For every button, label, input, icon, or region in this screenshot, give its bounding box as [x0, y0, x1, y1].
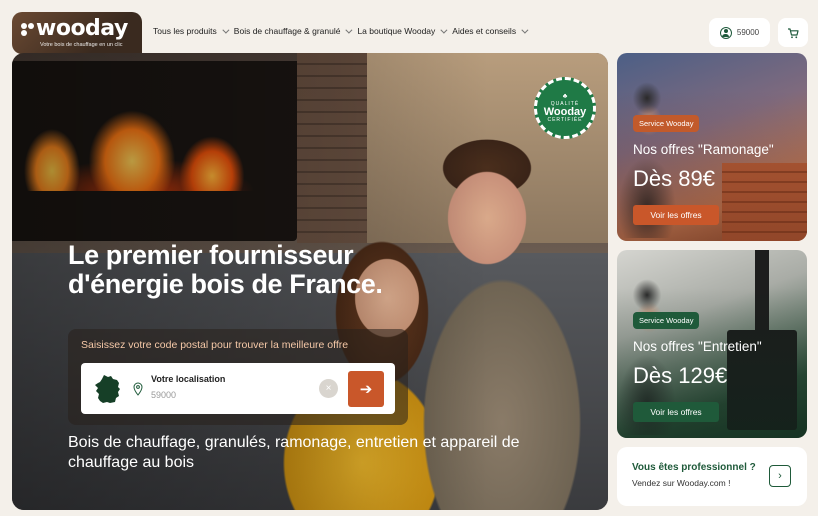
location-pin-icon: [133, 381, 143, 396]
nav-item-label: Bois de chauffage & granulé: [233, 26, 341, 36]
france-map-icon: [95, 374, 120, 403]
card-price: Dès 129€: [633, 363, 728, 388]
hero-title: Le premier fournisseur d'énergie bois de…: [68, 240, 383, 299]
search-hint: Saisissez votre code postal pour trouver…: [81, 339, 349, 351]
chevron-down-icon: [521, 26, 529, 34]
chevron-down-icon: [440, 26, 448, 34]
service-tag: Service Wooday: [633, 312, 700, 329]
logo-mark-icon: ♣: [562, 93, 568, 100]
postal-search-panel: Saisissez votre code postal pour trouver…: [68, 329, 408, 425]
card-title: Nos offres "Entretien": [633, 339, 762, 354]
account-location: 59000: [736, 28, 760, 37]
nav-item-firewood[interactable]: Bois de chauffage & granulé: [233, 26, 353, 36]
service-tag: Service Wooday: [633, 115, 700, 132]
search-submit-button[interactable]: ➔: [348, 370, 384, 407]
nav-item-shop[interactable]: La boutique Wooday: [357, 26, 448, 36]
chevron-down-icon: [222, 26, 230, 34]
view-offers-button[interactable]: Voir les offres: [633, 205, 719, 225]
arrow-right-icon: ➔: [359, 380, 373, 398]
postal-code-input[interactable]: [151, 389, 291, 400]
card-price: Dès 89€: [633, 166, 715, 191]
location-search-box[interactable]: Votre localisation × ➔: [81, 363, 395, 414]
pro-seller-card[interactable]: Vous êtes professionnel ? Vendez sur Woo…: [617, 447, 807, 506]
nav-item-products[interactable]: Tous les produits: [153, 26, 230, 36]
chevron-right-icon[interactable]: ›: [769, 465, 791, 487]
hero-banner: ♣ QUALITÉ Wooday CERTIFIÉE Le premier fo…: [12, 53, 608, 510]
nav-item-label: Aides et conseils: [452, 26, 517, 36]
hero-subtitle: Bois de chauffage, granulés, ramonage, e…: [68, 434, 520, 471]
account-button[interactable]: 59000: [709, 18, 770, 47]
nav-item-help[interactable]: Aides et conseils: [452, 26, 529, 36]
quality-badge: ♣ QUALITÉ Wooday CERTIFIÉE: [534, 77, 596, 139]
offer-card-entretien[interactable]: Service Wooday Nos offres "Entretien" Dè…: [617, 250, 807, 438]
location-label: Votre localisation: [151, 373, 226, 384]
view-offers-button[interactable]: Voir les offres: [633, 402, 719, 422]
logo[interactable]: wooday Votre bois de chauffage en un cli…: [12, 12, 142, 54]
clear-button[interactable]: ×: [319, 379, 338, 398]
offer-card-ramonage[interactable]: Service Wooday Nos offres "Ramonage" Dès…: [617, 53, 807, 241]
nav-item-label: La boutique Wooday: [357, 26, 436, 36]
user-icon: [719, 26, 732, 39]
chevron-down-icon: [345, 26, 353, 34]
cart-icon: [788, 27, 799, 38]
card-title: Nos offres "Ramonage": [633, 142, 774, 157]
logo-tagline: Votre bois de chauffage en un clic: [40, 42, 123, 48]
main-nav: Tous les produits Bois de chauffage & gr…: [153, 26, 529, 36]
nav-item-label: Tous les produits: [153, 26, 217, 36]
logo-mark-icon: [20, 22, 34, 36]
cart-button[interactable]: [778, 18, 808, 47]
logo-wordmark: wooday: [20, 17, 134, 41]
